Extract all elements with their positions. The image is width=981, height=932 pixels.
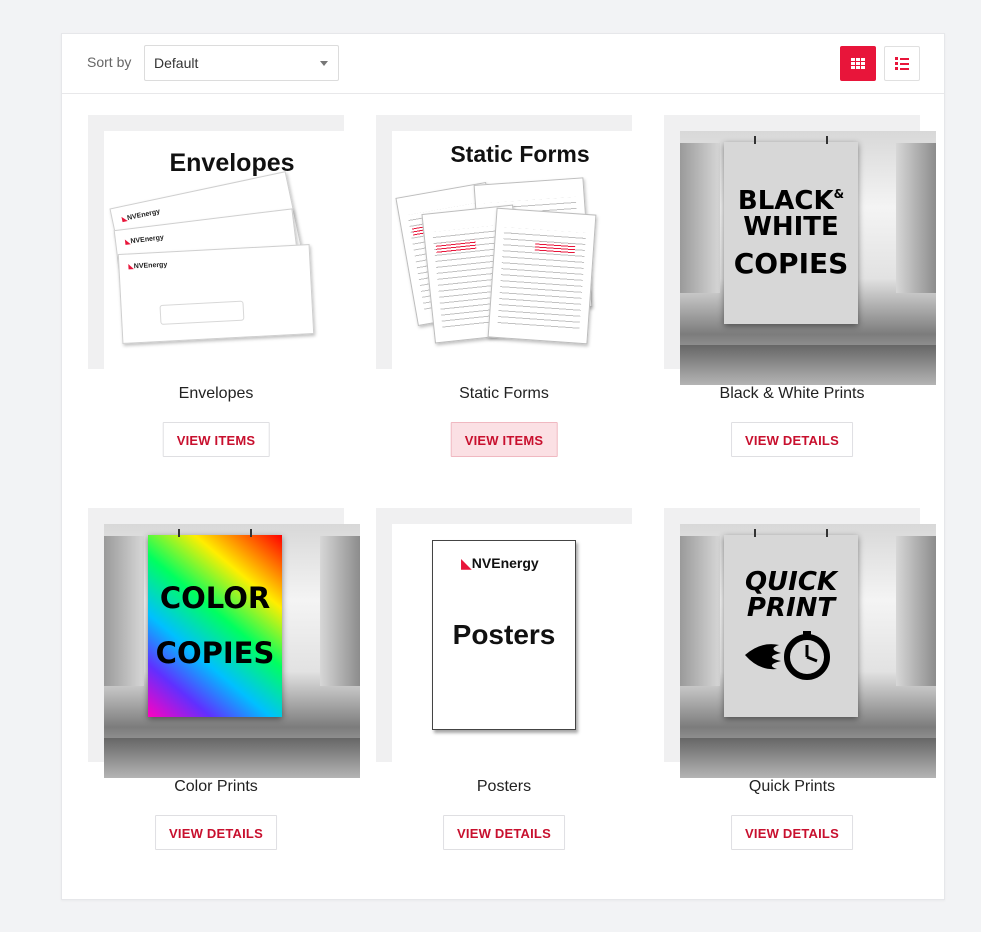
product-card-color-prints: COLOR COPIES Color Prints VIEW DETAILS — [88, 508, 360, 850]
envelopes-image: Envelopes ◣NVEnergy ◣NVEnergy ◣NVEnergy — [104, 131, 360, 385]
product-thumbnail[interactable]: Static Forms — [376, 115, 648, 385]
view-items-button[interactable]: VIEW ITEMS — [162, 422, 270, 457]
chevron-down-icon — [320, 61, 328, 66]
poster-text: COPIES — [733, 247, 849, 280]
nvenergy-logo: ◣NVEnergy — [124, 234, 165, 246]
product-title[interactable]: Posters — [376, 778, 632, 796]
black-white-copies-image: BLACK& WHITE COPIES — [680, 131, 936, 385]
product-title[interactable]: Black & White Prints — [664, 385, 920, 403]
product-card-envelopes: Envelopes ◣NVEnergy ◣NVEnergy ◣NVEnergy … — [88, 115, 360, 457]
product-card-posters: ◣NVEnergy Posters Posters VIEW DETAILS — [376, 508, 648, 850]
quick-print-image: QUICK PRINT — [680, 524, 936, 778]
envelope: ◣NVEnergy — [117, 244, 315, 344]
poster: COLOR COPIES — [148, 529, 282, 717]
product-thumbnail[interactable]: COLOR COPIES — [88, 508, 360, 778]
product-title[interactable]: Static Forms — [376, 385, 632, 403]
view-details-button[interactable]: VIEW DETAILS — [731, 422, 853, 457]
poster-text: QUICK — [744, 567, 838, 597]
list-icon — [895, 55, 909, 72]
poster-text: PRINT — [746, 593, 836, 623]
stopwatch-flame-icon — [745, 631, 830, 680]
toolbar: Sort by Default — [62, 34, 944, 94]
view-details-button[interactable]: VIEW DETAILS — [731, 815, 853, 850]
nvenergy-logo: ◣NVEnergy — [461, 555, 539, 571]
product-title[interactable]: Color Prints — [88, 778, 344, 796]
product-thumbnail[interactable]: QUICK PRINT — [664, 508, 936, 778]
grid-view-button[interactable] — [840, 46, 876, 81]
product-title[interactable]: Quick Prints — [664, 778, 920, 796]
poster-text: BLACK& — [737, 186, 845, 216]
static-forms-image: Static Forms — [392, 131, 648, 385]
view-items-button[interactable]: VIEW ITEMS — [450, 422, 558, 457]
thumb-title: Static Forms — [450, 141, 590, 167]
nvenergy-logo: ◣NVEnergy — [128, 261, 168, 271]
grid-icon — [851, 58, 865, 69]
poster-sheet: ◣NVEnergy Posters — [432, 540, 576, 730]
nvenergy-logo: ◣NVEnergy — [121, 208, 161, 224]
thumb-title: Posters — [452, 619, 556, 650]
poster-text: COPIES — [155, 636, 275, 670]
view-details-button[interactable]: VIEW DETAILS — [155, 815, 277, 850]
poster-text: COLOR — [159, 581, 271, 615]
product-title[interactable]: Envelopes — [88, 385, 344, 403]
posters-image: ◣NVEnergy Posters — [392, 524, 648, 778]
product-card-static-forms: Static Forms Static Forms VIEW ITEMS — [376, 115, 648, 457]
sort-select-value: Default — [154, 55, 199, 71]
color-copies-image: COLOR COPIES — [104, 524, 360, 778]
sort-select[interactable]: Default — [144, 45, 339, 81]
thumb-title: Envelopes — [169, 149, 295, 177]
list-view-button[interactable] — [884, 46, 920, 81]
product-thumbnail[interactable]: BLACK& WHITE COPIES — [664, 115, 936, 385]
poster: BLACK& WHITE COPIES — [724, 136, 858, 324]
form-sheet — [487, 207, 597, 345]
product-card-quick-prints: QUICK PRINT Quick Prints VIEW DETAILS — [664, 508, 936, 850]
product-thumbnail[interactable]: Envelopes ◣NVEnergy ◣NVEnergy ◣NVEnergy — [88, 115, 360, 385]
envelope-window — [159, 300, 245, 325]
sort-label: Sort by — [87, 54, 132, 70]
view-details-button[interactable]: VIEW DETAILS — [443, 815, 565, 850]
product-thumbnail[interactable]: ◣NVEnergy Posters — [376, 508, 648, 778]
product-card-black-white-prints: BLACK& WHITE COPIES Black & White Prints… — [664, 115, 936, 457]
poster: QUICK PRINT — [724, 529, 858, 717]
poster-text: WHITE — [743, 212, 839, 242]
product-panel: Sort by Default Envelopes ◣NVEnergy ◣NVE… — [61, 33, 945, 900]
